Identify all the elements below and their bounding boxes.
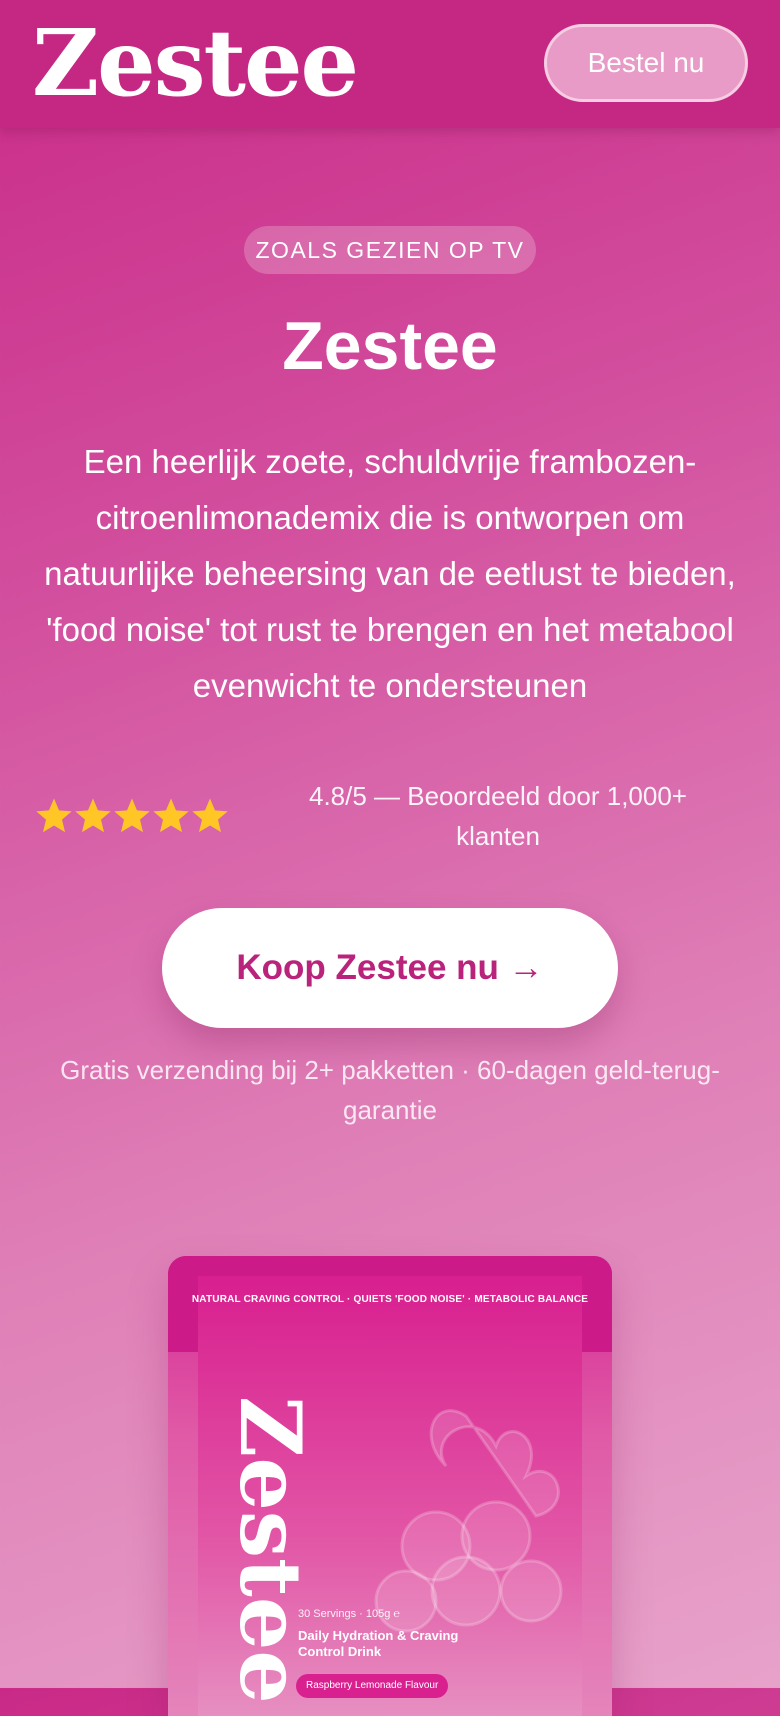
pouch-servings: 30 Servings · 105g ℮ xyxy=(298,1608,400,1620)
brand-logo[interactable]: Zestee xyxy=(32,8,359,118)
rating-summary: 4.8/5 — Beoordeeld door 1,000+ klanten xyxy=(308,781,687,851)
hero-title: Zestee xyxy=(282,308,498,384)
star-icon xyxy=(36,798,72,833)
buy-zestee-button[interactable]: Koop Zestee nu → xyxy=(162,908,618,1028)
pouch-flavour-label: Raspberry Lemonade Flavour xyxy=(296,1674,449,1698)
site-header: Zestee Bestel nu xyxy=(0,0,780,128)
star-icon xyxy=(75,798,111,833)
order-now-button[interactable]: Bestel nu xyxy=(544,24,748,102)
hero-description: Een heerlijk zoete, schuldvrije framboze… xyxy=(44,443,736,704)
star-icon xyxy=(114,798,150,833)
pouch-tagline: NATURAL CRAVING CONTROL · QUIETS 'FOOD N… xyxy=(191,1294,589,1305)
star-rating xyxy=(34,796,229,840)
star-icon xyxy=(192,798,228,833)
product-pouch-image: NATURAL CRAVING CONTROL · QUIETS 'FOOD N… xyxy=(168,1256,612,1716)
star-icon xyxy=(153,798,189,833)
pouch-product-name: Daily Hydration & Craving Control Drink xyxy=(298,1628,459,1659)
shipping-guarantee-note: Gratis verzending bij 2+ pakketten · 60-… xyxy=(60,1055,720,1125)
as-seen-on-tv-badge: ZOALS GEZIEN OP TV xyxy=(244,226,536,274)
